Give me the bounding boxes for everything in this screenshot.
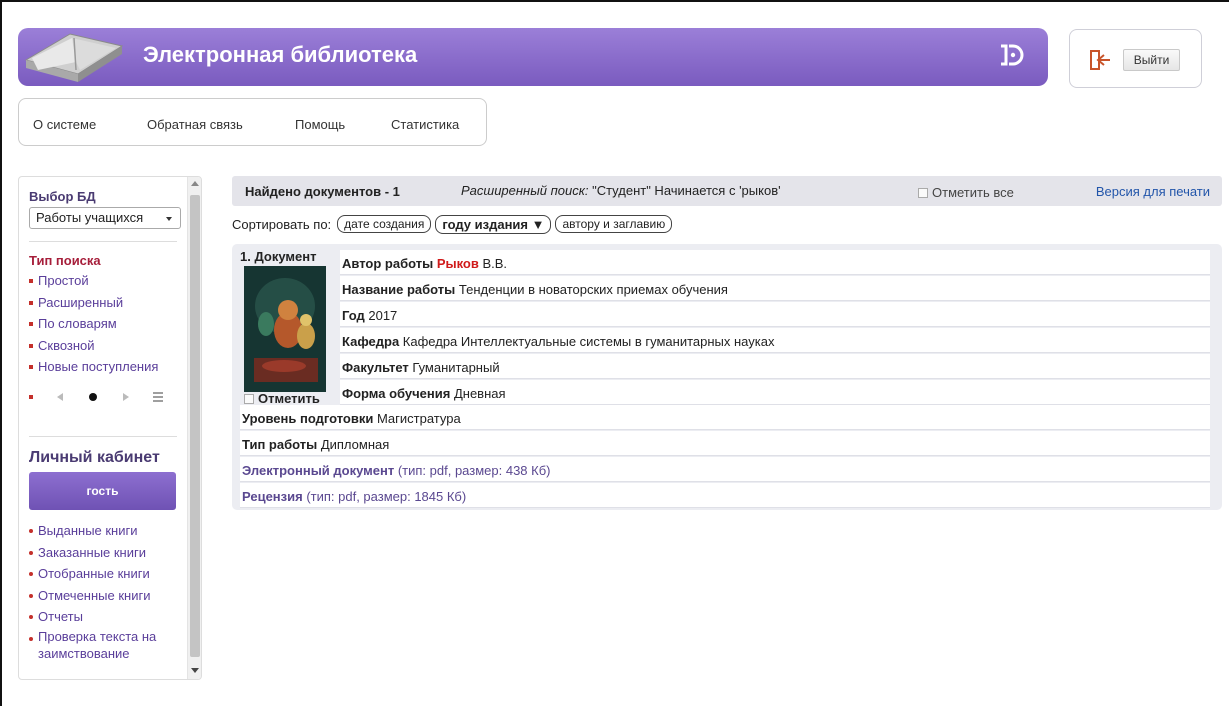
field-level: Уровень подготовки Магистратура bbox=[240, 405, 1210, 430]
author-label: Автор работы bbox=[342, 256, 434, 271]
field-author: Автор работы Рыков В.В. bbox=[340, 250, 1210, 275]
frame-border-left bbox=[0, 0, 2, 706]
dept-value: Кафедра Интеллектуальные системы в гуман… bbox=[399, 334, 775, 349]
form-label: Форма обучения bbox=[342, 386, 451, 401]
carousel-next-icon bbox=[123, 393, 129, 401]
search-query-text: "Студент" Начинается с 'рыков' bbox=[588, 183, 781, 198]
title-label: Название работы bbox=[342, 282, 456, 297]
author-highlight: Рыков bbox=[436, 256, 479, 271]
document-number: 1. Документ bbox=[240, 249, 317, 264]
search-type-crosscut[interactable]: Сквозной bbox=[29, 335, 158, 357]
scroll-down-icon[interactable] bbox=[191, 668, 199, 673]
sidebar-scrollbar[interactable] bbox=[187, 177, 201, 679]
faculty-label: Факультет bbox=[342, 360, 409, 375]
nav-feedback[interactable]: Обратная связь bbox=[147, 117, 243, 132]
cabinet-links: Выданные книги Заказанные книги Отобранн… bbox=[29, 520, 179, 662]
guest-button[interactable]: гость bbox=[29, 472, 176, 510]
search-type-simple[interactable]: Простой bbox=[29, 270, 158, 292]
search-query: Расширенный поиск: "Студент" Начинается … bbox=[461, 183, 781, 198]
field-department: Кафедра Кафедра Интеллектуальные системы… bbox=[340, 328, 1210, 353]
dept-label: Кафедра bbox=[342, 334, 400, 349]
app-title: Электронная библиотека bbox=[143, 42, 418, 67]
faculty-value: Гуманитарный bbox=[408, 360, 500, 375]
author-rest: В.В. bbox=[478, 256, 508, 271]
form-value: Дневная bbox=[450, 386, 506, 401]
frame-border-top bbox=[0, 0, 1229, 2]
review-info: (тип: pdf, размер: 1845 Кб) bbox=[302, 489, 467, 504]
search-type-new-arrivals[interactable]: Новые поступления bbox=[29, 356, 158, 378]
cabinet-link-selected[interactable]: Отобранные книги bbox=[29, 563, 179, 585]
book-logo-icon bbox=[24, 33, 124, 82]
field-faculty: Факультет Гуманитарный bbox=[340, 354, 1210, 379]
brand-logo-icon bbox=[1001, 44, 1024, 66]
field-title: Название работы Тенденции в новаторских … bbox=[340, 276, 1210, 301]
search-type-advanced[interactable]: Расширенный bbox=[29, 292, 158, 314]
documents-found: Найдено документов - 1 bbox=[245, 184, 400, 199]
search-type-heading: Тип поиска bbox=[29, 253, 101, 268]
mark-all[interactable]: Отметить все bbox=[918, 185, 1014, 200]
edoc-info: (тип: pdf, размер: 438 Кб) bbox=[394, 463, 551, 478]
field-year: Год 2017 bbox=[340, 302, 1210, 327]
review-link[interactable]: Рецензия (тип: pdf, размер: 1845 Кб) bbox=[240, 483, 1210, 508]
top-navigation: О системе Обратная связь Помощь Статисти… bbox=[18, 98, 487, 146]
chevron-down-icon bbox=[166, 217, 172, 221]
mark-document-checkbox[interactable] bbox=[244, 394, 254, 404]
sort-label: Сортировать по: bbox=[232, 216, 332, 232]
sidebar-divider bbox=[29, 436, 177, 437]
search-query-label: Расширенный поиск: bbox=[461, 183, 589, 198]
db-heading: Выбор БД bbox=[29, 189, 96, 204]
nav-about[interactable]: О системе bbox=[33, 117, 96, 132]
type-value: Дипломная bbox=[317, 437, 390, 452]
mark-all-checkbox[interactable] bbox=[918, 188, 928, 198]
cabinet-link-ordered[interactable]: Заказанные книги bbox=[29, 542, 179, 564]
carousel-dot-icon bbox=[89, 393, 97, 401]
print-version-link[interactable]: Версия для печати bbox=[1096, 184, 1210, 199]
field-work-type: Тип работы Дипломная bbox=[240, 431, 1210, 456]
sort-by-created[interactable]: дате создания bbox=[337, 215, 432, 233]
edoc-label[interactable]: Электронный документ bbox=[242, 463, 394, 478]
carousel-menu-icon bbox=[153, 392, 163, 402]
sidebar: Выбор БД Работы учащихся Тип поиска Прос… bbox=[18, 176, 202, 680]
header-banner: Электронная библиотека bbox=[18, 28, 1048, 86]
search-type-dictionaries[interactable]: По словарям bbox=[29, 313, 158, 335]
logout-icon[interactable] bbox=[1090, 50, 1112, 70]
title-value: Тенденции в новаторских приемах обучения bbox=[455, 282, 728, 297]
year-label: Год bbox=[342, 308, 365, 323]
carousel-prev-icon bbox=[57, 393, 63, 401]
mark-document[interactable]: Отметить bbox=[244, 391, 320, 406]
cabinet-link-marked[interactable]: Отмеченные книги bbox=[29, 585, 179, 607]
cabinet-link-reports[interactable]: Отчеты bbox=[29, 606, 179, 628]
level-label: Уровень подготовки bbox=[242, 411, 374, 426]
cabinet-link-issued[interactable]: Выданные книги bbox=[29, 520, 179, 542]
database-select[interactable]: Работы учащихся bbox=[29, 207, 181, 229]
document-thumbnail[interactable] bbox=[244, 266, 326, 392]
sort-by-year[interactable]: году издания ▼ bbox=[435, 214, 552, 234]
type-label: Тип работы bbox=[242, 437, 318, 452]
sort-by-author[interactable]: автору и заглавию bbox=[555, 215, 673, 233]
carousel-bullet-icon bbox=[29, 395, 33, 399]
logout-button[interactable]: Выйти bbox=[1123, 49, 1180, 71]
review-label[interactable]: Рецензия bbox=[242, 489, 303, 504]
sort-row: Сортировать по: дате создания году издан… bbox=[232, 213, 673, 235]
mark-all-label: Отметить все bbox=[932, 185, 1014, 200]
nav-statistics[interactable]: Статистика bbox=[391, 117, 459, 132]
level-value: Магистратура bbox=[373, 411, 461, 426]
field-study-form: Форма обучения Дневная bbox=[340, 380, 1210, 405]
electronic-document-link[interactable]: Электронный документ (тип: pdf, размер: … bbox=[240, 457, 1210, 482]
scroll-up-icon[interactable] bbox=[191, 181, 199, 186]
mark-document-label: Отметить bbox=[258, 391, 320, 406]
cabinet-link-plagiarism[interactable]: Проверка текста на заимствование bbox=[29, 628, 179, 662]
sidebar-divider bbox=[29, 241, 177, 242]
logout-panel: Выйти bbox=[1069, 29, 1202, 88]
results-bar: Найдено документов - 1 Расширенный поиск… bbox=[232, 176, 1222, 206]
document-card: 1. Документ Отметить Автор работы Рыков … bbox=[232, 244, 1222, 510]
scrollbar-thumb[interactable] bbox=[190, 195, 200, 657]
carousel-controls bbox=[29, 392, 163, 402]
year-value: 2017 bbox=[364, 308, 398, 323]
search-type-list: Простой Расширенный По словарям Сквозной… bbox=[29, 270, 158, 378]
database-select-value: Работы учащихся bbox=[36, 210, 144, 225]
nav-help[interactable]: Помощь bbox=[295, 117, 345, 132]
cabinet-heading: Личный кабинет bbox=[29, 449, 160, 466]
